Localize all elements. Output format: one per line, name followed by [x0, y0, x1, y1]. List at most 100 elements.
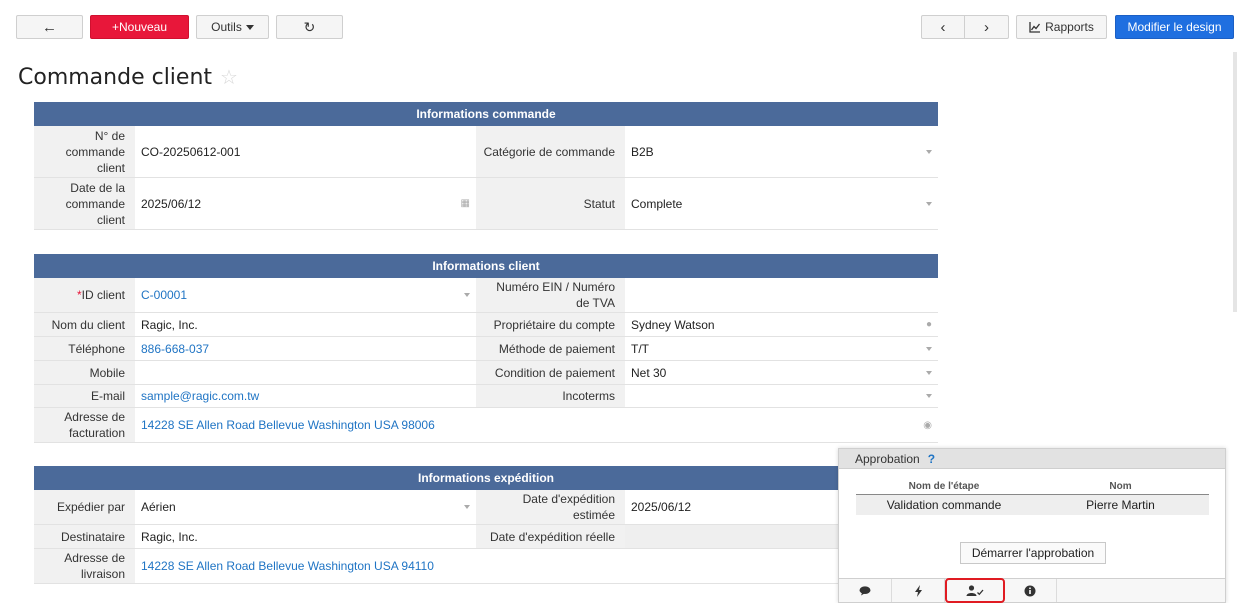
refresh-icon: ↻	[303, 18, 316, 35]
field-label: Incoterms	[476, 385, 625, 407]
field-label: Propriétaire du compte	[476, 313, 625, 336]
approval-panel: Approbation ? Nom de l'étape Nom Validat…	[838, 448, 1226, 603]
field-label: Catégorie de commande	[476, 126, 625, 177]
field-value: Ragic, Inc.	[141, 529, 198, 544]
tab-spacer	[1057, 579, 1225, 602]
form-row: Date de la commande client 2025/06/12 ▦ S…	[34, 178, 938, 230]
new-button-label: +Nouveau	[111, 20, 168, 34]
order-category-select[interactable]: B2B	[625, 126, 938, 177]
tab-approval[interactable]	[945, 578, 1005, 603]
chevron-left-icon: ‹	[940, 18, 946, 36]
field-value: Ragic, Inc.	[141, 317, 198, 332]
approval-table-header: Nom de l'étape Nom	[856, 479, 1209, 495]
client-id-select[interactable]: C-00001	[135, 278, 476, 312]
field-label: Adresse de facturation	[34, 408, 135, 442]
section-header: Informations client	[34, 254, 938, 278]
new-button[interactable]: +Nouveau	[90, 15, 189, 39]
tools-button[interactable]: Outils	[196, 15, 269, 39]
field-label: N° de commande client	[34, 126, 135, 177]
phone-link[interactable]: 886-668-037	[141, 342, 209, 356]
column-header-step: Nom de l'étape	[908, 481, 980, 492]
tab-actions[interactable]	[892, 579, 945, 602]
field-value: Complete	[631, 196, 683, 211]
help-icon[interactable]: ?	[928, 452, 935, 466]
field-value: T/T	[631, 341, 649, 356]
title-row: Commande client ☆	[18, 63, 238, 91]
email-link[interactable]: sample@ragic.com.tw	[141, 389, 259, 403]
phone-field[interactable]: 886-668-037	[135, 337, 476, 360]
client-section: Informations client * ID client C-00001 N…	[34, 254, 938, 443]
modify-design-button[interactable]: Modifier le design	[1115, 15, 1234, 39]
delivery-address-field[interactable]: 14228 SE Allen Road Bellevue Washington …	[135, 549, 938, 583]
section-header: Informations expédition	[34, 466, 938, 490]
ship-by-select[interactable]: Aérien	[135, 490, 476, 524]
payment-method-select[interactable]: T/T	[625, 337, 938, 360]
billing-address-field[interactable]: 14228 SE Allen Road Bellevue Washington …	[135, 408, 938, 442]
step-name: Validation commande	[886, 498, 1002, 512]
lightning-icon	[914, 584, 922, 597]
order-number-field[interactable]: CO-20250612-001	[135, 126, 476, 177]
dropdown-icon	[926, 394, 932, 398]
map-pin-icon[interactable]: ◉	[923, 420, 932, 431]
delivery-address-link[interactable]: 14228 SE Allen Road Bellevue Washington …	[141, 559, 434, 573]
form-row: Nom du client Ragic, Inc. Propriétaire d…	[34, 313, 938, 337]
field-label: Statut	[476, 178, 625, 229]
field-value: Aérien	[141, 500, 176, 514]
prev-record-button[interactable]: ‹	[921, 15, 965, 39]
field-label: Date d'expédition estimée	[476, 490, 625, 524]
reports-button-label: Rapports	[1045, 20, 1094, 34]
payment-term-select[interactable]: Net 30	[625, 361, 938, 384]
table-row[interactable]: Validation commande Pierre Martin	[856, 495, 1209, 515]
panel-tabs	[839, 578, 1225, 603]
client-id-link[interactable]: C-00001	[141, 288, 187, 302]
field-label: Mobile	[34, 361, 135, 384]
recipient-field[interactable]: Ragic, Inc.	[135, 525, 476, 548]
field-label: Nom du client	[34, 313, 135, 336]
dropdown-icon	[464, 293, 470, 297]
email-field[interactable]: sample@ragic.com.tw	[135, 385, 476, 407]
order-date-field[interactable]: 2025/06/12 ▦	[135, 178, 476, 229]
ein-field[interactable]	[625, 278, 938, 312]
user-icon[interactable]: ●	[926, 319, 932, 330]
field-value: 2025/06/12	[631, 500, 692, 514]
section-header: Informations commande	[34, 102, 938, 126]
next-record-button[interactable]: ›	[964, 15, 1009, 39]
back-button[interactable]: ←	[16, 15, 83, 39]
status-select[interactable]: Complete	[625, 178, 938, 229]
field-value: CO-20250612-001	[141, 144, 241, 159]
dropdown-icon	[464, 505, 470, 509]
reports-button[interactable]: Rapports	[1016, 15, 1107, 39]
star-icon[interactable]: ☆	[220, 65, 238, 90]
tab-info[interactable]	[1004, 579, 1057, 602]
client-name-field[interactable]: Ragic, Inc.	[135, 313, 476, 336]
scrollbar[interactable]	[1233, 52, 1237, 312]
form-row: Expédier par Aérien Date d'expédition es…	[34, 490, 938, 525]
billing-address-link[interactable]: 14228 SE Allen Road Bellevue Washington …	[141, 418, 435, 432]
info-icon	[1024, 585, 1036, 596]
caret-down-icon	[245, 24, 254, 30]
toolbar: ← +Nouveau Outils ↻ ‹ › Rapports Modifie…	[0, 0, 1237, 52]
approval-table: Nom de l'étape Nom Validation commande P…	[856, 479, 1209, 515]
start-approval-label: Démarrer l'approbation	[971, 546, 1095, 560]
field-label: Destinataire	[34, 525, 135, 548]
form-row: N° de commande client CO-20250612-001 Ca…	[34, 126, 938, 178]
chevron-right-icon: ›	[984, 18, 989, 36]
refresh-button[interactable]: ↻	[276, 15, 343, 39]
field-label: Numéro EIN / Numéro de TVA	[476, 278, 625, 312]
approval-user-icon	[966, 585, 983, 596]
start-approval-button[interactable]: Démarrer l'approbation	[960, 542, 1106, 564]
incoterms-select[interactable]	[625, 385, 938, 407]
dropdown-icon	[926, 201, 932, 206]
field-value: Sydney Watson	[631, 317, 715, 332]
approval-header: Approbation ?	[839, 449, 1225, 469]
account-owner-field[interactable]: Sydney Watson ●	[625, 313, 938, 336]
form-row: Adresse de livraison 14228 SE Allen Road…	[34, 549, 938, 584]
calendar-icon[interactable]: ▦	[461, 198, 470, 209]
field-label: Condition de paiement	[476, 361, 625, 384]
mobile-field[interactable]	[135, 361, 476, 384]
form-row: Mobile Condition de paiement Net 30	[34, 361, 938, 385]
tab-comments[interactable]	[839, 579, 892, 602]
dropdown-icon	[926, 346, 932, 351]
form-row: Téléphone 886-668-037 Méthode de paiemen…	[34, 337, 938, 361]
approval-title: Approbation	[855, 451, 920, 466]
